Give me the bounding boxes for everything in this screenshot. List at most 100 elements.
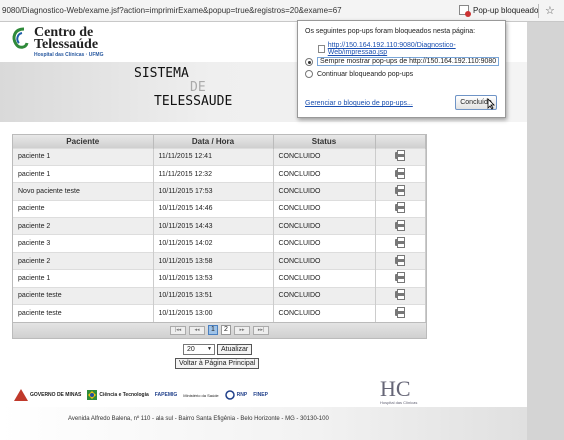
cell-paciente: paciente 2 <box>13 251 154 270</box>
popup-blocked-dialog: Os seguintes pop-ups foram bloqueados ne… <box>297 20 506 118</box>
cell-status: CONCLUIDO <box>273 199 376 218</box>
last-page-button[interactable]: ▸▸| <box>253 325 269 335</box>
cell-paciente: paciente teste <box>13 304 154 322</box>
table-body: paciente 1 11/11/2015 12:41 CONCLUIDO pacie… <box>13 147 426 322</box>
table-row[interactable]: paciente teste 10/11/2015 13:51 CONCLUIDO <box>13 286 426 305</box>
cell-data: 10/11/2015 14:02 <box>153 234 274 253</box>
hc-logo-subtitle: Hospital das Clínicas <box>380 400 418 405</box>
page-2-button[interactable]: 2 <box>221 325 231 336</box>
cell-data: 10/11/2015 13:51 <box>153 286 274 305</box>
popup-blocked-indicator[interactable]: Pop-up bloqueado <box>459 5 539 17</box>
cell-paciente: paciente 2 <box>13 217 154 235</box>
popup-blocked-label: Pop-up bloqueado <box>473 5 539 15</box>
hc-ufmg-logo: HC Hospital das Clínicas <box>380 378 436 424</box>
blocked-popup-link[interactable]: http://150.164.192.110:9080/Diagnostico-… <box>318 42 505 56</box>
column-header-data-hora[interactable]: Data / Hora <box>153 135 274 148</box>
cell-status: CONCLUIDO <box>273 251 376 270</box>
option-always-show[interactable]: Sempre mostrar pop-ups de http://150.164… <box>305 57 500 66</box>
cell-status: CONCLUIDO <box>273 147 376 166</box>
cell-data: 11/11/2015 12:41 <box>153 147 274 166</box>
printer-icon[interactable] <box>395 184 406 196</box>
title-line2: DE <box>190 80 206 95</box>
printer-icon[interactable] <box>395 254 406 266</box>
next-page-button[interactable]: ▸▸ <box>234 325 250 335</box>
column-header-status[interactable]: Status <box>273 135 376 148</box>
cell-data: 10/11/2015 13:00 <box>153 304 274 322</box>
governo-minas-logo: GOVERNO DE MINAS <box>14 389 81 401</box>
printer-icon[interactable] <box>395 271 406 283</box>
page-1-button[interactable]: 1 <box>208 325 218 336</box>
table-row[interactable]: paciente teste 10/11/2015 13:00 CONCLUIDO <box>13 304 426 322</box>
table-row[interactable]: paciente 10/11/2015 14:46 CONCLUIDO <box>13 199 426 218</box>
cell-status: CONCLUIDO <box>273 286 376 305</box>
printer-icon[interactable] <box>395 202 406 214</box>
brazil-flag-icon <box>87 390 98 400</box>
cell-print <box>375 164 426 183</box>
cell-status: CONCLUIDO <box>273 164 376 183</box>
printer-icon[interactable] <box>395 150 406 162</box>
title-line1: SISTEMA <box>134 66 189 81</box>
radio-keep-blocking[interactable] <box>305 70 313 78</box>
cell-status: CONCLUIDO <box>273 217 376 235</box>
rnp-logo: RNP <box>224 389 247 401</box>
cell-paciente: paciente 1 <box>13 164 154 183</box>
page-title: SISTEMA DE TELESSAUDE <box>134 67 232 109</box>
cell-paciente: Novo paciente teste <box>13 182 154 201</box>
cell-print <box>375 251 426 270</box>
cell-paciente: paciente <box>13 199 154 218</box>
radio-always-show[interactable] <box>305 57 313 66</box>
table-row[interactable]: paciente 1 11/11/2015 12:41 CONCLUIDO <box>13 147 426 166</box>
option-keep-blocking[interactable]: Continuar bloqueando pop-ups <box>305 70 413 78</box>
footer-address: Avenida Alfredo Balena, nº 110 - ala sul… <box>68 416 329 422</box>
printer-icon[interactable] <box>395 306 406 318</box>
pagination: |◂◂ ◂◂ 1 2 ▸▸ ▸▸| <box>13 321 426 338</box>
table-row[interactable]: paciente 1 11/11/2015 12:32 CONCLUIDO <box>13 164 426 183</box>
browser-address-bar: 9080/Diagnostico-Web/exame.jsf?action=im… <box>0 0 564 22</box>
ciencia-tecnologia-logo: Ciência e Tecnologia <box>87 389 149 401</box>
swirl-logo-icon <box>12 27 29 49</box>
cell-data: 10/11/2015 13:53 <box>153 269 274 288</box>
printer-icon[interactable] <box>395 289 406 301</box>
cell-data: 10/11/2015 13:58 <box>153 251 274 270</box>
finep-logo: FINEP <box>253 392 268 398</box>
printer-icon[interactable] <box>395 237 406 249</box>
cell-paciente: paciente 1 <box>13 147 154 166</box>
cell-print <box>375 217 426 235</box>
mouse-pointer-icon <box>487 98 495 110</box>
table-row[interactable]: paciente 3 10/11/2015 14:02 CONCLUIDO <box>13 234 426 253</box>
table-row[interactable]: Novo paciente teste 10/11/2015 17:53 CONCL… <box>13 182 426 201</box>
cell-data: 11/11/2015 12:32 <box>153 164 274 183</box>
column-header-print <box>375 135 426 148</box>
cell-print <box>375 286 426 305</box>
telessaude-logo: Centro de Telessaúde Hospital das Clínic… <box>10 26 103 58</box>
cell-print <box>375 304 426 322</box>
hc-logo-text: HC <box>380 376 411 401</box>
prev-page-button[interactable]: ◂◂ <box>189 325 205 335</box>
cell-status: CONCLUIDO <box>273 269 376 288</box>
update-button[interactable]: Atualizar <box>217 344 253 355</box>
bookmark-star-icon[interactable]: ☆ <box>545 4 555 17</box>
manage-popups-link[interactable]: Gerenciar o bloqueio de pop-ups... <box>305 100 413 107</box>
table-row[interactable]: paciente 1 10/11/2015 13:53 CONCLUIDO <box>13 269 426 288</box>
cell-print <box>375 234 426 253</box>
cell-print <box>375 147 426 166</box>
printer-icon[interactable] <box>395 219 406 231</box>
url-field[interactable]: 9080/Diagnostico-Web/exame.jsf?action=im… <box>2 6 342 15</box>
footer-band <box>0 407 527 440</box>
table-row[interactable]: paciente 2 10/11/2015 14:43 CONCLUIDO <box>13 217 426 235</box>
records-per-page-select[interactable]: 20 <box>183 344 215 355</box>
printer-icon[interactable] <box>395 167 406 179</box>
first-page-button[interactable]: |◂◂ <box>170 325 186 335</box>
minas-triangle-icon <box>14 389 28 401</box>
logo-line3: Hospital das Clínicas · UFMG <box>34 52 104 58</box>
cell-paciente: paciente 3 <box>13 234 154 253</box>
toolbar-divider <box>538 4 539 18</box>
table-row[interactable]: paciente 2 10/11/2015 13:58 CONCLUIDO <box>13 251 426 270</box>
cell-status: CONCLUIDO <box>273 304 376 322</box>
cell-print <box>375 182 426 201</box>
back-to-main-button[interactable]: Voltar à Página Principal <box>175 358 260 369</box>
column-header-paciente[interactable]: Paciente <box>13 135 154 148</box>
title-line3: TELESSAUDE <box>154 94 233 109</box>
cell-print <box>375 199 426 218</box>
popup-message: Os seguintes pop-ups foram bloqueados ne… <box>305 28 476 35</box>
